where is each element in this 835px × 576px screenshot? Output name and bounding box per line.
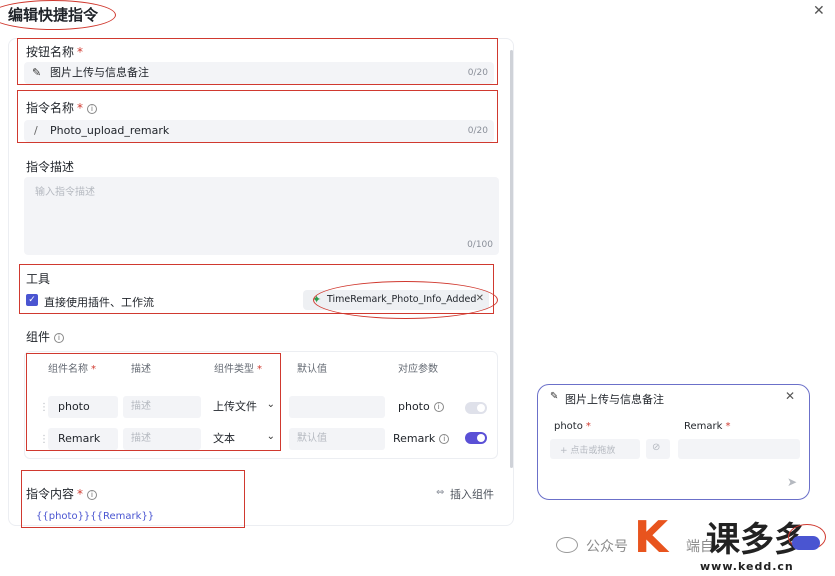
components-label: 组件 i xyxy=(26,328,65,345)
header-type: 组件类型 * xyxy=(214,364,262,375)
command-content-value[interactable]: {{photo}}{{Remark}} xyxy=(36,511,154,522)
preview-attach-button[interactable]: ⊘ xyxy=(646,439,670,459)
form-scrollbar[interactable] xyxy=(510,50,513,468)
paperclip-icon: ⊘ xyxy=(652,442,661,453)
command-desc-label: 指令描述 xyxy=(26,160,75,174)
direct-use-checkbox[interactable]: ✓ xyxy=(26,294,38,306)
preview-remark-input[interactable] xyxy=(678,439,800,459)
direct-use-label: 直接使用插件、工作流 xyxy=(44,296,154,309)
button-name-value: 图片上传与信息备注 xyxy=(50,66,149,79)
info-icon: i xyxy=(87,104,98,114)
watermark-text: 公众号 xyxy=(586,539,628,555)
preview-upload-placeholder: + 点击或拖放 xyxy=(560,446,616,456)
chevron-down-icon: ⌄ xyxy=(266,431,275,442)
tools-label: 工具 xyxy=(26,272,51,286)
annotation-oval-title xyxy=(0,0,116,30)
component-param: photo i xyxy=(398,400,444,413)
info-icon: i xyxy=(54,333,65,343)
component-type-value: 文本 xyxy=(213,432,235,445)
command-desc-textarea[interactable]: 输入指令描述 0/100 xyxy=(24,177,499,255)
component-name-value: Remark xyxy=(58,432,101,445)
command-content-label: 指令内容 * i xyxy=(26,485,98,502)
preview-photo-label: photo * xyxy=(554,421,591,432)
component-name-value: photo xyxy=(58,400,90,413)
command-desc-count: 0/100 xyxy=(467,240,493,250)
close-icon[interactable]: ✕ xyxy=(813,3,825,19)
wechat-icon xyxy=(556,537,578,553)
preview-upload-input[interactable]: + 点击或拖放 xyxy=(550,439,640,459)
component-default-placeholder: 默认值 xyxy=(297,433,327,444)
component-name-input[interactable]: photo xyxy=(48,396,118,418)
annotation-oval-chip xyxy=(313,281,498,319)
preview-remark-label: Remark * xyxy=(684,421,731,432)
component-desc-input[interactable]: 描述 xyxy=(123,428,201,450)
send-icon[interactable]: ➤ xyxy=(787,475,797,489)
insert-component-button[interactable]: 插入组件 xyxy=(450,486,494,502)
magic-wand-icon: ✎ xyxy=(32,66,42,79)
command-name-label: 指令名称 * i xyxy=(26,99,98,116)
logo-k-icon: K xyxy=(634,512,669,563)
command-name-count: 0/20 xyxy=(467,126,488,136)
link-icon: ⇔ xyxy=(436,487,445,498)
button-name-input[interactable]: ✎ 图片上传与信息备注 0/20 xyxy=(24,62,494,84)
preview-card: ✎ 图片上传与信息备注 ✕ photo * Remark * + 点击或拖放 ⊘ ➤ xyxy=(537,384,810,500)
component-name-input[interactable]: Remark xyxy=(48,428,118,450)
component-desc-placeholder: 描述 xyxy=(131,401,151,412)
component-type-select[interactable]: 文本 ⌄ xyxy=(207,428,279,450)
info-icon: i xyxy=(87,490,98,500)
command-name-input[interactable]: / Photo_upload_remark 0/20 xyxy=(24,120,494,142)
component-default-input[interactable] xyxy=(289,396,385,418)
component-param: Remark i xyxy=(393,432,450,445)
component-desc-placeholder: 描述 xyxy=(131,433,151,444)
command-desc-placeholder: 输入指令描述 xyxy=(35,187,95,198)
command-prefix: / xyxy=(34,124,38,137)
info-icon: i xyxy=(439,434,450,444)
component-type-select[interactable]: 上传文件 ⌄ xyxy=(207,396,279,418)
component-desc-input[interactable]: 描述 xyxy=(123,396,201,418)
component-default-input[interactable]: 默认值 xyxy=(289,428,385,450)
header-param: 对应参数 xyxy=(398,364,438,375)
button-name-count: 0/20 xyxy=(467,68,488,78)
command-name-value: Photo_upload_remark xyxy=(50,124,170,137)
component-toggle[interactable] xyxy=(465,402,487,414)
logo-url: www.kedd.cn xyxy=(700,560,794,573)
button-name-label: 按钮名称 * xyxy=(26,45,84,59)
header-default: 默认值 xyxy=(297,364,327,375)
magic-wand-icon: ✎ xyxy=(550,391,559,402)
component-type-value: 上传文件 xyxy=(213,400,257,413)
component-toggle[interactable] xyxy=(465,432,487,444)
header-component-name: 组件名称 * xyxy=(48,364,96,375)
preview-close-icon[interactable]: ✕ xyxy=(785,389,795,403)
chevron-down-icon: ⌄ xyxy=(266,399,275,410)
header-desc: 描述 xyxy=(131,364,151,375)
info-icon: i xyxy=(433,402,444,412)
preview-title: 图片上传与信息备注 xyxy=(565,393,664,406)
submit-button[interactable] xyxy=(792,536,820,550)
